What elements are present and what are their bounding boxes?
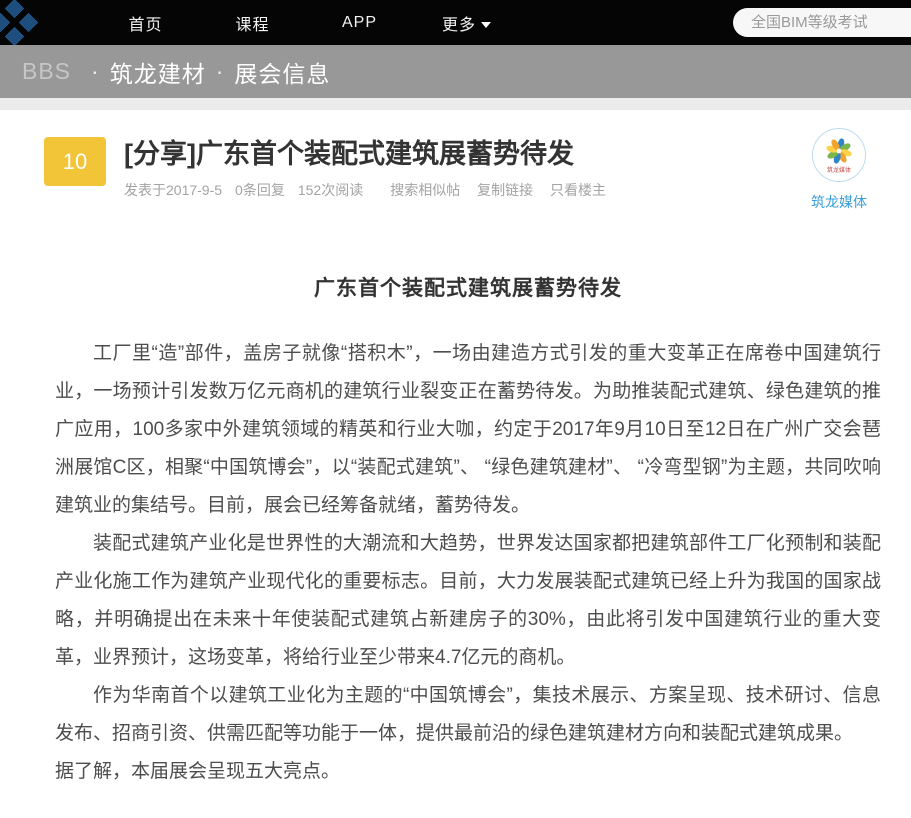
author-box: 筑龙媒体 筑龙媒体	[803, 128, 875, 212]
copy-link-button[interactable]: 复制链接	[477, 182, 533, 198]
post-page: 10 [分享]广东首个装配式建筑展蓄势待发 发表于2017-9-5 0条回复 1…	[0, 110, 911, 818]
breadcrumb-section[interactable]: 展会信息	[234, 55, 330, 89]
paragraph: 作为华南首个以建筑工业化为主题的“中国筑博会”，集技术展示、方案呈现、技术研讨、…	[55, 677, 881, 753]
main-menu: 首页 课程 APP 更多	[92, 11, 520, 35]
article-text: 工厂里“造”部件，盖房子就像“搭积木”，一场由建造方式引发的重大变革正在席卷中国…	[55, 335, 881, 791]
nav-item-app[interactable]: APP	[306, 14, 413, 32]
paragraph: 装配式建筑产业化是世界性的大潮流和大趋势，世界发达国家都把建筑部件工厂化预制和装…	[55, 525, 881, 677]
nav-item-more[interactable]: 更多	[413, 11, 520, 35]
breadcrumb: BBS · 筑龙建材 · 展会信息	[0, 45, 911, 98]
breadcrumb-separator: ·	[216, 58, 225, 85]
breadcrumb-separator: ·	[91, 58, 100, 85]
paragraph: 工厂里“造”部件，盖房子就像“搭积木”，一场由建造方式引发的重大变革正在席卷中国…	[55, 335, 881, 525]
reply-count: 0条回复	[235, 180, 285, 200]
author-only-button[interactable]: 只看楼主	[550, 182, 606, 198]
zhulong-logo-icon[interactable]	[0, 0, 46, 45]
author-avatar[interactable]: 筑龙媒体	[812, 128, 866, 182]
pinwheel-logo-icon	[822, 137, 856, 167]
paragraph: 据了解，本届展会呈现五大亮点。	[55, 753, 881, 791]
breadcrumb-site: BBS	[22, 58, 71, 85]
top-nav-bar: 首页 课程 APP 更多	[0, 0, 911, 45]
search-similar-link[interactable]: 搜索相似帖	[390, 182, 460, 198]
divider-strip	[0, 98, 911, 110]
article-heading: 广东首个装配式建筑展蓄势待发	[55, 272, 881, 302]
post-title: [分享]广东首个装配式建筑展蓄势待发	[124, 137, 761, 171]
view-count: 152次阅读	[298, 180, 363, 200]
breadcrumb-forum[interactable]: 筑龙建材	[110, 55, 206, 89]
post-actions: 搜索相似帖 复制链接 只看楼主	[390, 180, 619, 200]
post-date: 发表于2017-9-5	[124, 180, 222, 200]
post-body: 广东首个装配式建筑展蓄势待发 工厂里“造”部件，盖房子就像“搭积木”，一场由建造…	[0, 272, 911, 818]
nav-item-home[interactable]: 首页	[92, 11, 199, 35]
chevron-down-icon	[481, 22, 491, 28]
post-meta: 发表于2017-9-5 0条回复 152次阅读 搜索相似帖 复制链接 只看楼主	[124, 180, 761, 200]
search-input[interactable]	[733, 8, 911, 37]
post-header: 10 [分享]广东首个装配式建筑展蓄势待发 发表于2017-9-5 0条回复 1…	[0, 110, 911, 220]
avatar-caption: 筑龙媒体	[827, 168, 851, 174]
nav-item-courses[interactable]: 课程	[199, 11, 306, 35]
post-count-badge: 10	[44, 137, 106, 186]
author-name-link[interactable]: 筑龙媒体	[803, 192, 875, 212]
